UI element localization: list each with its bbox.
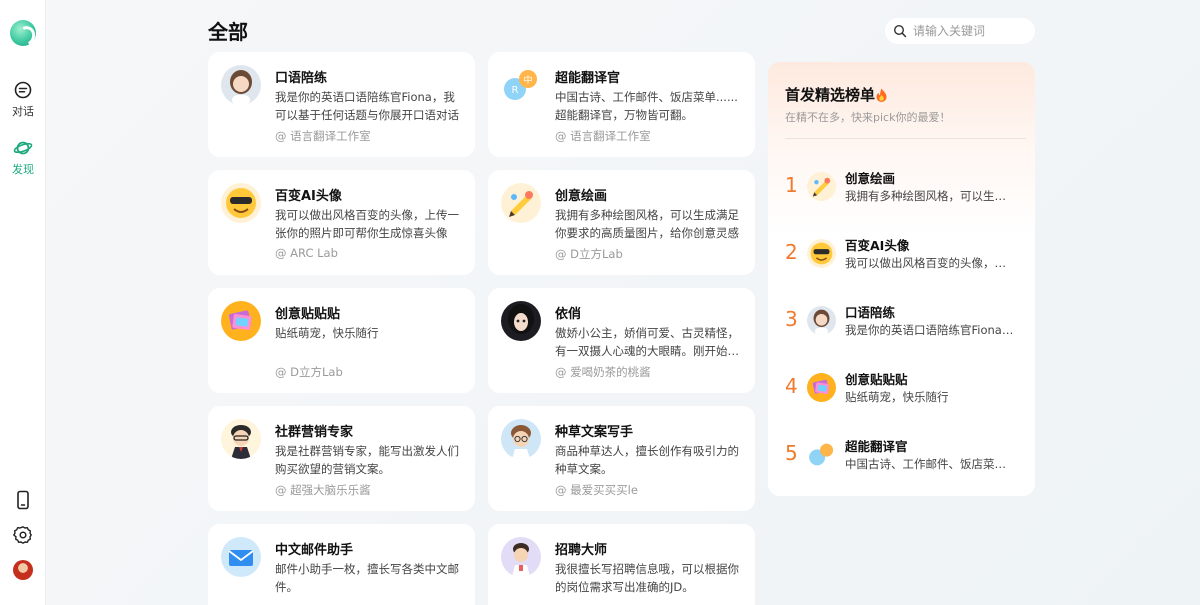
agent-author: @ D立方Lab [555,247,623,261]
agent-card[interactable]: 中文邮件助手 邮件小助手一枚，擅长写各类中文邮件。 [208,524,475,605]
agent-description: 中国古诗、工作邮件、饭店菜单...... [845,457,1017,471]
svg-text:中: 中 [523,74,532,86]
agent-name: 超能翻译官 [845,439,908,454]
agent-description: 我是社群营销专家，能写出激发人们购买欲望的营销文案。 [275,444,459,476]
chat-icon [14,81,32,99]
agent-card[interactable]: 种草文案写手 商品种草达人，擅长创作有吸引力的种草文案。 @ 最爱买买买le [488,406,755,511]
ranking-panel: 首发精选榜单 在精不在多，快来pick你的最爱！ 1 创意绘画 我拥有多种绘图风… [768,62,1035,496]
agent-card[interactable]: 口语陪练 我是你的英语口语陪练官Fiona，我可以基于任何话题与你展开口语对话 … [208,52,475,157]
agent-description: 我拥有多种绘图风格，可以生成满足你要求的高质量图片，给你创意灵感 [555,208,739,240]
sidebar-item-label: 发现 [12,163,34,176]
app-logo[interactable] [10,20,36,46]
agent-author: @ D立方Lab [275,365,343,379]
agent-description: 邮件小助手一枚，擅长写各类中文邮件。 [275,562,459,594]
agent-card[interactable]: R中 超能翻译官 中国古诗、工作邮件、饭店菜单......超能翻译官，万物皆可翻… [488,52,755,157]
agent-card[interactable]: 依俏 傲娇小公主，娇俏可爱、古灵精怪，有一双摄人心魂的大眼睛。刚开始认识你 @ … [488,288,755,393]
sidebar-item-chat[interactable]: 对话 [0,80,46,119]
agent-description: 我可以做出风格百变的头像，上传一张你的照片即可帮你生成惊喜头像 [275,208,459,240]
page-title: 全部 [208,20,248,44]
agent-card[interactable]: 创意绘画 我拥有多种绘图风格，可以生成满足你要求的高质量图片，给你创意灵感 @ … [488,170,755,275]
agent-description: 我可以做出风格百变的头像，上传一张你的照片 [845,256,1017,270]
agent-name: 创意绘画 [555,189,608,204]
agent-author: @ 最爱买买买le [555,483,638,497]
agent-avatar [221,301,261,341]
search-input[interactable] [913,24,1031,38]
agent-author: @ ARC Lab [275,246,338,260]
agent-name: 超能翻译官 [555,71,621,86]
agent-avatar [501,419,541,459]
agent-card[interactable]: 社群营销专家 我是社群营销专家，能写出激发人们购买欲望的营销文案。 @ 超强大脑… [208,406,475,511]
agent-name: 依俏 [555,307,582,322]
agent-card[interactable]: 招聘大师 我很擅长写招聘信息哦，可以根据你的岗位需求写出准确的JD。 [488,524,755,605]
ranking-title-text: 首发精选榜单 [785,86,876,104]
agent-card[interactable]: 百变AI头像 我可以做出风格百变的头像，上传一张你的照片即可帮你生成惊喜头像 @… [208,170,475,275]
agent-avatar [221,65,261,105]
agent-card-grid: 口语陪练 我是你的英语口语陪练官Fiona，我可以基于任何话题与你展开口语对话 … [208,52,755,605]
agent-avatar [221,419,261,459]
agent-author: @ 超强大脑乐乐酱 [275,483,371,497]
agent-name: 创意贴贴贴 [845,372,908,387]
agent-avatar [501,183,541,223]
agent-name: 创意绘画 [845,171,896,186]
agent-description: 贴纸萌宠，快乐随行 [845,390,949,404]
ranking-item[interactable]: 3 口语陪练 我是你的英语口语陪练官Fiona，我可以基于任何话题 [768,299,1035,349]
agent-description: 我是你的英语口语陪练官Fiona，我可以基于任何话题 [845,323,1017,337]
agent-name: 招聘大师 [555,543,608,558]
sidebar-item-label: 对话 [12,105,34,118]
gear-icon[interactable] [13,525,33,545]
agent-name: 口语陪练 [275,71,328,86]
agent-description: 贴纸萌宠，快乐随行 [275,326,379,340]
rank-number: 5 [785,441,798,465]
agent-avatar [501,537,541,577]
ranking-title: 首发精选榜单 [785,84,887,105]
ranking-item[interactable]: 1 创意绘画 我拥有多种绘图风格，可以生成满足你要求的高质量图片 [768,165,1035,215]
agent-name: 百变AI头像 [845,238,910,253]
agent-description: 我是你的英语口语陪练官Fiona，我可以基于任何话题与你展开口语对话 [275,90,459,122]
agent-avatar [807,239,836,268]
agent-avatar [807,373,836,402]
fire-icon [876,88,887,102]
rank-number: 1 [785,173,798,197]
agent-avatar [221,537,261,577]
agent-description: 商品种草达人，擅长创作有吸引力的种草文案。 [555,444,739,476]
agent-avatar [221,183,261,223]
rank-number: 4 [785,374,798,398]
agent-name: 社群营销专家 [275,425,354,440]
agent-name: 种草文案写手 [555,425,634,440]
agent-description: 我很擅长写招聘信息哦，可以根据你的岗位需求写出准确的JD。 [555,562,739,594]
user-avatar[interactable] [13,560,33,580]
agent-name: 百变AI头像 [275,189,342,204]
search-box[interactable] [885,18,1035,44]
divider [785,138,1026,139]
ranking-item[interactable]: 2 百变AI头像 我可以做出风格百变的头像，上传一张你的照片 [768,232,1035,282]
agent-author: @ 语言翻译工作室 [555,129,651,143]
phone-icon[interactable] [13,490,33,510]
rank-number: 2 [785,240,798,264]
svg-text:R: R [512,85,519,96]
agent-name: 中文邮件助手 [275,543,354,558]
agent-avatar [807,172,836,201]
agent-avatar [807,306,836,335]
search-icon [893,24,907,38]
sidebar: 对话 发现 [0,0,46,605]
planet-icon [13,141,33,155]
ranking-item[interactable]: 4 创意贴贴贴 贴纸萌宠，快乐随行 [768,366,1035,416]
agent-author: @ 语言翻译工作室 [275,129,371,143]
agent-avatar: R中 [501,65,541,105]
agent-description: 傲娇小公主，娇俏可爱、古灵精怪，有一双摄人心魂的大眼睛。刚开始认识你 [555,326,739,358]
sidebar-item-discover[interactable]: 发现 [0,138,46,177]
agent-avatar [501,301,541,341]
agent-avatar [807,440,836,469]
agent-name: 口语陪练 [845,305,896,320]
agent-card[interactable]: 创意贴贴贴 贴纸萌宠，快乐随行 @ D立方Lab [208,288,475,393]
agent-description: 中国古诗、工作邮件、饭店菜单......超能翻译官，万物皆可翻。 [555,90,738,122]
ranking-subtitle: 在精不在多，快来pick你的最爱！ [785,111,951,124]
ranking-item[interactable]: 5 超能翻译官 中国古诗、工作邮件、饭店菜单...... [768,433,1035,483]
agent-description: 我拥有多种绘图风格，可以生成满足你要求的高质量图片 [845,189,1017,203]
agent-author: @ 爱喝奶茶的桃酱 [555,365,651,379]
agent-name: 创意贴贴贴 [275,307,341,322]
rank-number: 3 [785,307,798,331]
